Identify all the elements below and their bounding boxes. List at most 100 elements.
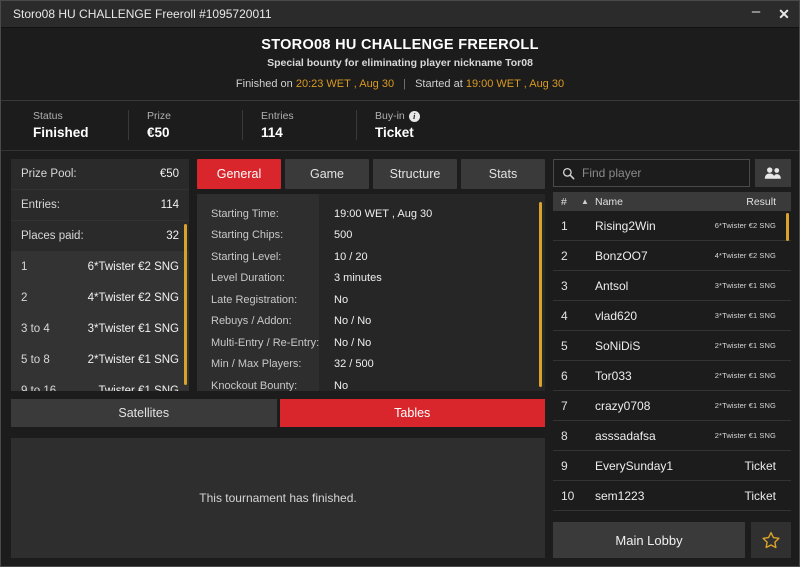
people-icon <box>764 167 781 179</box>
column-header-name[interactable]: Name <box>595 196 746 208</box>
stat-entries-value: 114 <box>261 125 283 140</box>
player-list-scrollbar[interactable] <box>786 213 789 241</box>
player-name: vlad620 <box>595 308 638 323</box>
stat-prize-label: Prize <box>147 110 171 122</box>
table-row[interactable]: 5 SoNiDiS 2*Twister €1 SNG <box>553 331 791 361</box>
started-label: Started at <box>415 78 463 90</box>
table-row[interactable]: 2 BonzOO7 4*Twister €2 SNG <box>553 241 791 271</box>
player-result: 3*Twister €1 SNG <box>714 311 776 320</box>
detail-value: 500 <box>334 229 353 242</box>
players-toggle-button[interactable] <box>755 159 791 187</box>
detail-key: Level Duration: <box>211 272 285 285</box>
player-name: Tor033 <box>595 368 632 383</box>
player-name: crazy0708 <box>595 398 651 413</box>
table-row[interactable]: 6 Tor033 2*Twister €1 SNG <box>553 361 791 391</box>
player-result: Ticket <box>744 488 776 503</box>
player-table-header: # ▲ Name Result <box>553 192 791 211</box>
table-row[interactable]: 3 Antsol 3*Twister €1 SNG <box>553 271 791 301</box>
places-paid-value: 32 <box>166 230 179 242</box>
prize-panel-scrollbar[interactable] <box>184 224 187 385</box>
payout-row[interactable]: 2 4*Twister €2 SNG <box>11 283 189 314</box>
detail-key: Min / Max Players: <box>211 358 302 371</box>
payout-place: 1 <box>21 261 28 273</box>
tab-structure[interactable]: Structure <box>373 159 457 189</box>
detail-value: 10 / 20 <box>334 250 368 263</box>
general-details-body: Starting Time: Starting Chips: Starting … <box>197 194 545 391</box>
detail-panel-scrollbar[interactable] <box>539 202 542 387</box>
detail-key: Multi-Entry / Re-Entry: <box>211 336 320 349</box>
search-icon <box>562 167 575 179</box>
finished-time: 20:23 WET , Aug 30 <box>295 78 395 90</box>
favorite-button[interactable] <box>751 522 791 558</box>
search-row <box>553 159 791 187</box>
player-result: 3*Twister €1 SNG <box>714 281 776 290</box>
player-rank: 10 <box>561 488 575 503</box>
player-result: 4*Twister €2 SNG <box>714 251 776 260</box>
main-lobby-button[interactable]: Main Lobby <box>553 522 745 558</box>
stat-buyin-label: Buy-in i <box>375 110 453 122</box>
table-row[interactable]: 4 vlad620 3*Twister €1 SNG <box>553 301 791 331</box>
time-separator: | <box>403 78 407 90</box>
player-list: 1 Rising2Win 6*Twister €2 SNG 2 BonzOO7 … <box>553 211 791 516</box>
detail-key: Starting Chips: <box>211 229 284 242</box>
table-row[interactable]: 8 asssadafsa 2*Twister €1 SNG <box>553 421 791 451</box>
tab-stats[interactable]: Stats <box>461 159 545 189</box>
player-name: Rising2Win <box>595 218 656 233</box>
payout-prize: 2*Twister €1 SNG <box>87 354 179 366</box>
tournament-lobby-window: Storo08 HU CHALLENGE Freeroll #109572001… <box>0 0 800 567</box>
main-body: Prize Pool: €50 Entries: 114 Places paid… <box>1 151 799 566</box>
player-result: 2*Twister €1 SNG <box>714 401 776 410</box>
upper-section: Prize Pool: €50 Entries: 114 Places paid… <box>11 159 545 391</box>
player-rank: 4 <box>561 308 568 323</box>
search-input[interactable] <box>582 166 741 180</box>
payout-prize: 6*Twister €2 SNG <box>87 261 179 273</box>
payout-row[interactable]: 5 to 8 2*Twister €1 SNG <box>11 345 189 376</box>
table-row[interactable]: 7 crazy0708 2*Twister €1 SNG <box>553 391 791 421</box>
tab-game[interactable]: Game <box>285 159 369 189</box>
search-box[interactable] <box>553 159 750 187</box>
stat-entries-label: Entries <box>261 110 294 122</box>
tables-empty-message: This tournament has finished. <box>199 491 357 505</box>
column-header-result[interactable]: Result <box>746 196 783 208</box>
tab-satellites[interactable]: Satellites <box>11 399 277 427</box>
close-button[interactable]: ✕ <box>777 7 791 21</box>
player-name: BonzOO7 <box>595 248 648 263</box>
player-rank: 1 <box>561 218 568 233</box>
tab-tables[interactable]: Tables <box>279 399 545 427</box>
tournament-subtitle: Special bounty for eliminating player ni… <box>267 57 533 69</box>
prize-pool-label: Prize Pool: <box>21 168 77 180</box>
window-controls: – ✕ <box>749 4 791 22</box>
footer-row: Main Lobby <box>553 522 791 558</box>
right-column: # ▲ Name Result 1 Rising2Win 6*Twister €… <box>553 159 791 558</box>
player-result: 6*Twister €2 SNG <box>714 221 776 230</box>
prize-pool-panel: Prize Pool: €50 Entries: 114 Places paid… <box>11 159 189 391</box>
table-row[interactable]: 1 Rising2Win 6*Twister €2 SNG <box>553 211 791 241</box>
player-result: 2*Twister €1 SNG <box>714 431 776 440</box>
payout-prize: 3*Twister €1 SNG <box>87 323 179 335</box>
table-row[interactable]: 9 EverySunday1 Ticket <box>553 451 791 481</box>
info-icon[interactable]: i <box>408 110 420 122</box>
stat-status-value: Finished <box>33 125 89 140</box>
table-row[interactable]: 10 sem1223 Ticket <box>553 481 791 511</box>
detail-value: 19:00 WET , Aug 30 <box>334 207 433 220</box>
sub-tabs: Satellites Tables <box>11 399 545 427</box>
payout-place: 9 to 16 <box>21 385 57 391</box>
tournament-times: Finished on 20:23 WET , Aug 30 | Started… <box>1 78 799 90</box>
payout-row[interactable]: 3 to 4 3*Twister €1 SNG <box>11 314 189 345</box>
player-result: Ticket <box>744 458 776 473</box>
payout-place: 2 <box>21 292 28 304</box>
detail-key: Late Registration: <box>211 293 298 306</box>
prize-pool-value: €50 <box>159 168 179 180</box>
payout-row[interactable]: 1 6*Twister €2 SNG <box>11 252 189 283</box>
stat-buyin: Buy-in i Ticket <box>375 110 471 140</box>
tab-general[interactable]: General <box>197 159 281 189</box>
sort-ascending-icon[interactable]: ▲ <box>581 197 595 206</box>
player-rank: 2 <box>561 248 568 263</box>
prize-summary-row: Prize Pool: €50 <box>11 159 189 190</box>
player-result: 2*Twister €1 SNG <box>714 371 776 380</box>
payout-row[interactable]: 9 to 16 Twister €1 SNG <box>11 376 189 391</box>
minimize-button[interactable]: – <box>749 4 763 19</box>
column-header-number[interactable]: # <box>561 196 581 208</box>
stat-status-label: Status <box>33 110 63 122</box>
left-column: Prize Pool: €50 Entries: 114 Places paid… <box>11 159 545 558</box>
